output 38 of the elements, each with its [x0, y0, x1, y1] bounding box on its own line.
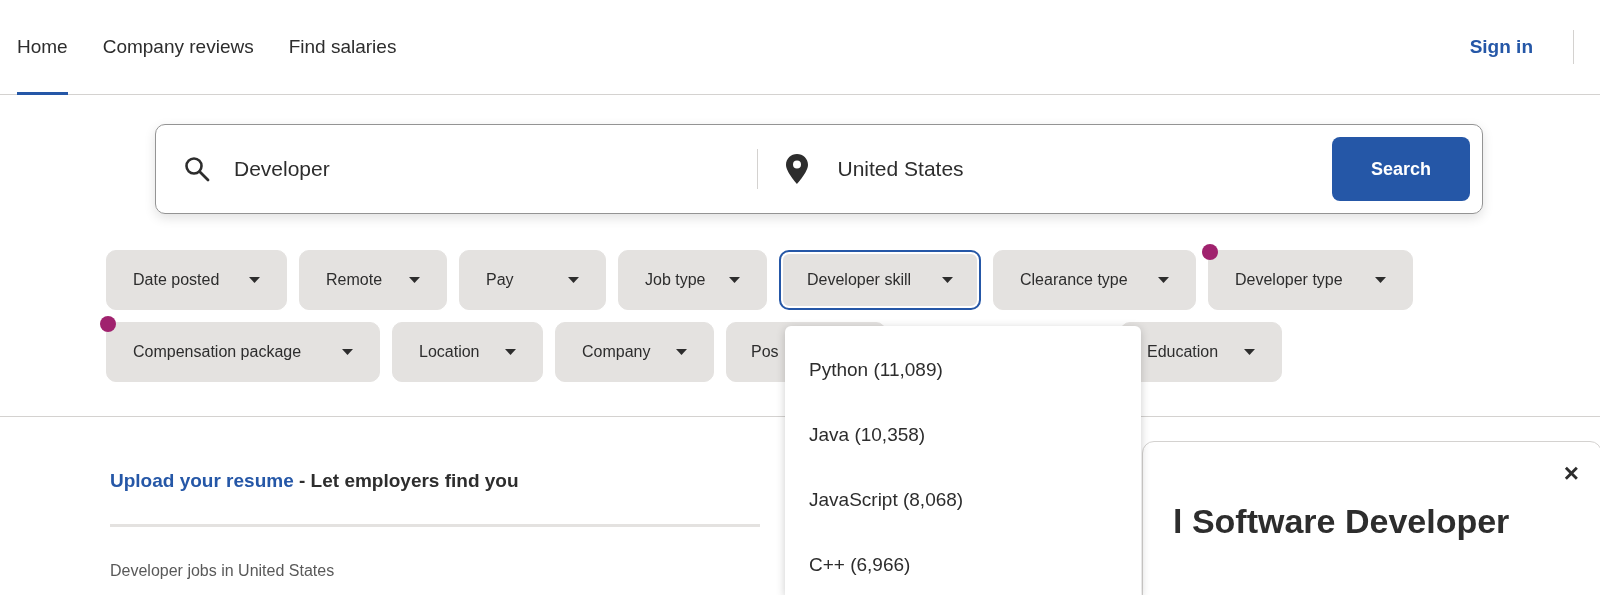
close-button[interactable]: ×: [1563, 460, 1579, 486]
location-field[interactable]: United States: [835, 152, 1332, 186]
filter-dropdown[interactable]: Date posted: [106, 250, 287, 310]
filter-dropdown[interactable]: Remote: [299, 250, 447, 310]
nav-tab[interactable]: Company reviews: [102, 0, 254, 95]
filter-dropdown[interactable]: Compensation package: [106, 322, 380, 382]
caret-icon: [1375, 277, 1386, 283]
filter-dropdown[interactable]: Job type: [618, 250, 767, 310]
caret-icon: [409, 277, 420, 283]
caret-icon: [729, 277, 740, 283]
caret-icon: [1244, 349, 1255, 355]
search-button[interactable]: Search: [1332, 137, 1470, 201]
filter-dropdown[interactable]: Pay: [459, 250, 606, 310]
nav-tab[interactable]: Home: [17, 0, 68, 95]
caret-icon: [942, 277, 953, 283]
dropdown-option[interactable]: JavaScript (8,068): [785, 468, 1141, 533]
nav-tab[interactable]: Find salaries: [288, 0, 397, 95]
upload-resume-link[interactable]: Upload your resume: [110, 470, 294, 491]
caret-icon: [342, 349, 353, 355]
filter-dropdown[interactable]: Company: [555, 322, 714, 382]
filter-dropdown[interactable]: Clearance type: [993, 250, 1196, 310]
job-title: l Software Developer: [1173, 501, 1511, 542]
caret-icon: [1158, 277, 1169, 283]
search-icon: [184, 156, 210, 182]
results-heading: Developer jobs in United States: [110, 560, 335, 581]
dropdown-option[interactable]: Java (10,358): [785, 403, 1141, 468]
filter-dropdown[interactable]: Developer type: [1208, 250, 1413, 310]
resume-prompt: Upload your resume - Let employers find you: [110, 469, 520, 493]
search-field[interactable]: Developer: [232, 152, 729, 186]
location-pin-icon: [785, 154, 808, 184]
filter-dropdown[interactable]: Developer skill: [779, 250, 981, 310]
dropdown-option[interactable]: C++ (6,966): [785, 533, 1141, 595]
filter-dropdown[interactable]: Location: [392, 322, 543, 382]
caret-icon: [249, 277, 260, 283]
caret-icon: [676, 349, 687, 355]
sign-in-link[interactable]: Sign in: [1469, 32, 1533, 62]
caret-icon: [568, 277, 579, 283]
caret-icon: [505, 349, 516, 355]
